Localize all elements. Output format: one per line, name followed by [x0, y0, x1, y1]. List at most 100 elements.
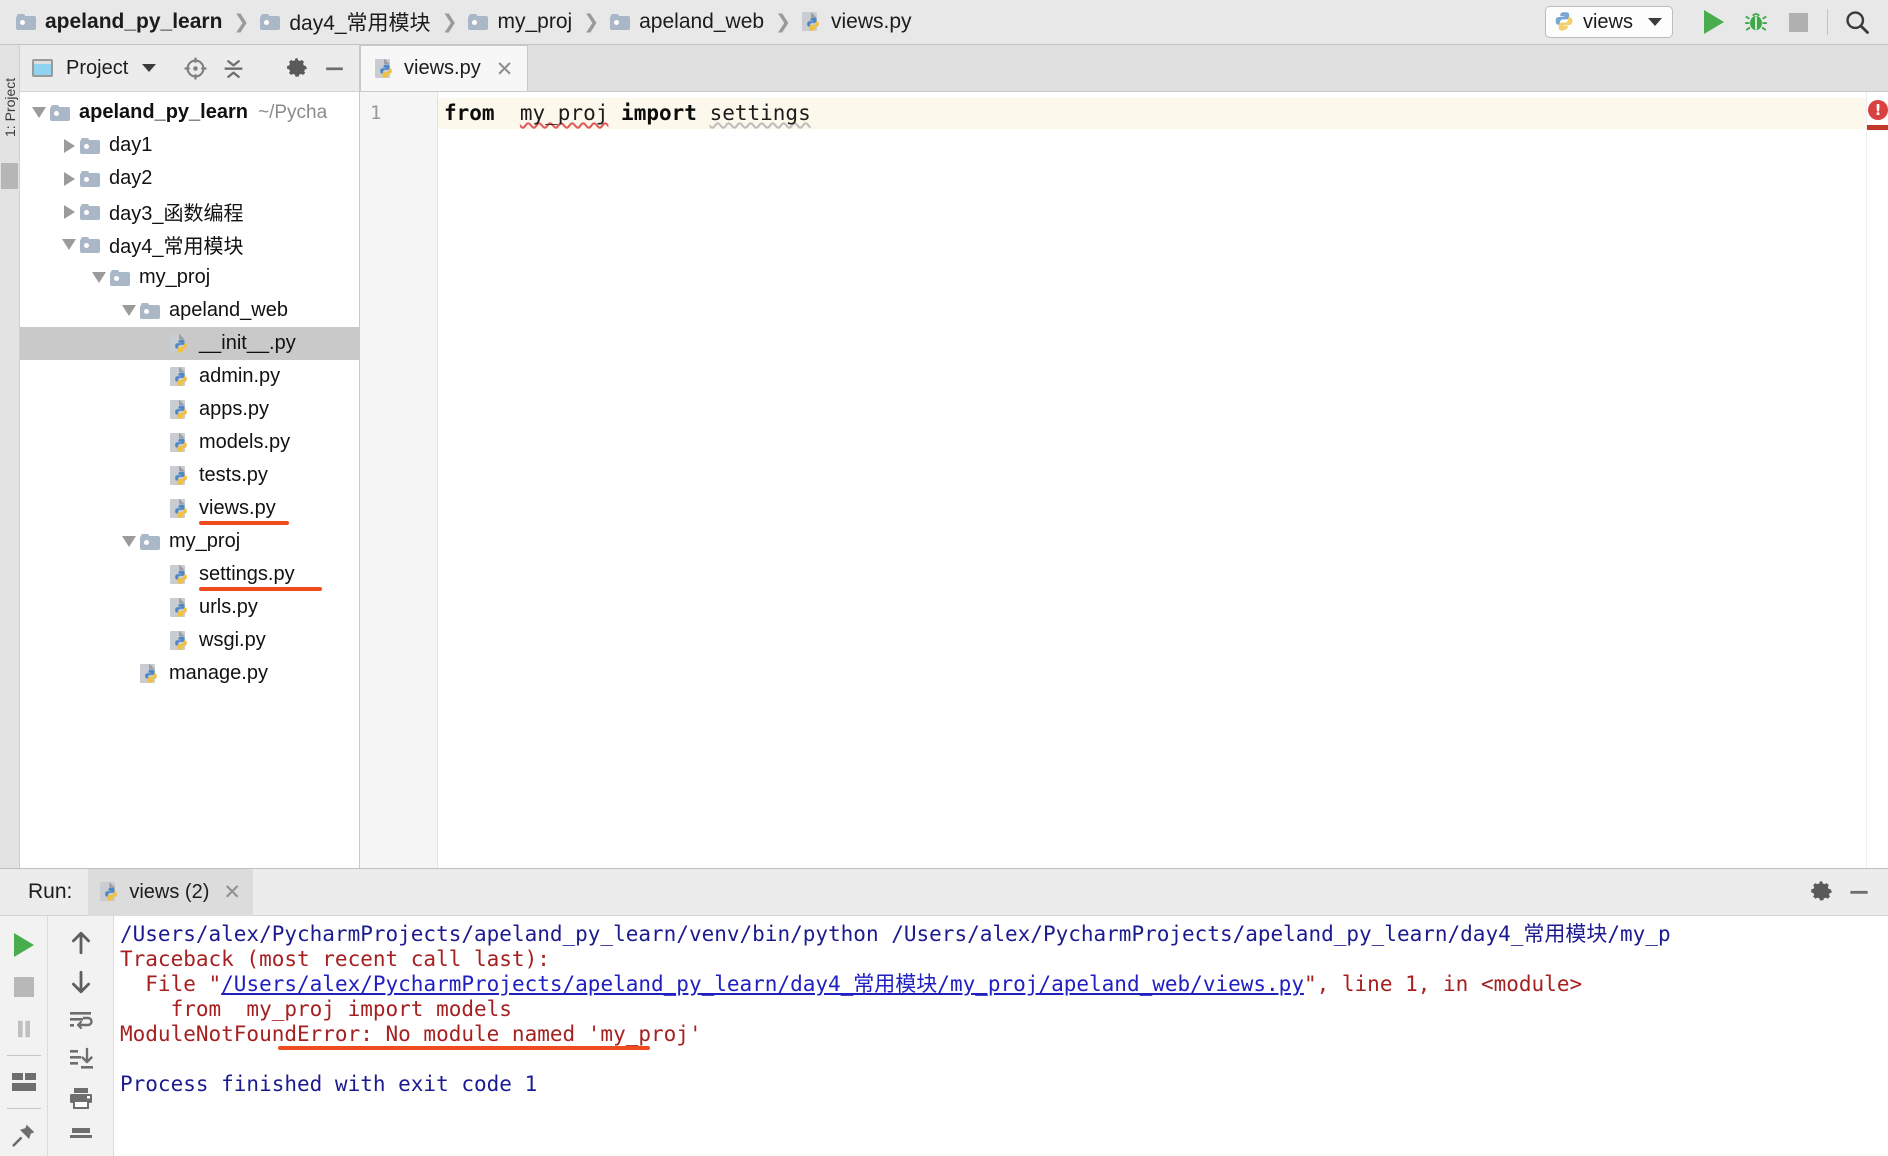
folder-icon	[260, 14, 281, 30]
code-line-1[interactable]: from my_proj import settings	[438, 98, 1866, 129]
tree-node-urlspy[interactable]: urls.py	[20, 591, 359, 624]
error-badge-icon[interactable]: !	[1868, 100, 1888, 120]
pin-icon	[11, 1124, 34, 1147]
select-opened-file-button[interactable]	[178, 51, 212, 85]
tree-toggle-collapsed[interactable]	[58, 204, 80, 219]
down-button[interactable]	[58, 963, 104, 1002]
tree-node-managepy[interactable]: manage.py	[20, 657, 359, 690]
red-underline-annotation	[199, 521, 289, 525]
breadcrumb-item-my_proj[interactable]: my_proj	[468, 10, 572, 34]
hide-panel-button[interactable]	[317, 51, 351, 85]
folder-icon	[16, 14, 36, 30]
chevron-down-icon[interactable]	[142, 64, 157, 72]
search-everywhere-button[interactable]	[1836, 2, 1878, 42]
up-button[interactable]	[58, 924, 104, 963]
tree-node-day2[interactable]: day2	[20, 162, 359, 195]
breadcrumb-item-apeland_py_learn[interactable]: apeland_py_learn	[16, 10, 222, 34]
tree-toggle-collapsed[interactable]	[58, 171, 80, 186]
run-actions-primary	[0, 916, 48, 1156]
collapse-all-button[interactable]	[216, 51, 250, 85]
run-button[interactable]	[1693, 2, 1735, 42]
pause-output-button[interactable]	[1, 1008, 47, 1050]
breadcrumb-item-apeland_web[interactable]: apeland_web	[610, 10, 764, 34]
error-stripe-mark[interactable]	[1867, 125, 1888, 130]
layout-settings-button[interactable]	[1, 1061, 47, 1103]
console-scroll-area[interactable]: /Users/alex/PycharmProjects/apeland_py_l…	[114, 916, 1888, 1156]
console-text: ", line 1, in <module>	[1303, 972, 1583, 996]
tree-node-day1[interactable]: day1	[20, 129, 359, 162]
project-tool-window: Project apeland_py_learn ~/Pycha day1 da…	[20, 45, 360, 868]
play-icon	[1704, 10, 1724, 34]
hide-run-panel-button[interactable]	[1840, 873, 1878, 911]
code-editor[interactable]: from my_proj import settings	[438, 92, 1866, 868]
python-file-icon	[170, 564, 190, 586]
error-stripe-gutter[interactable]: !	[1866, 92, 1888, 868]
tree-node-viewspy[interactable]: views.py	[20, 492, 359, 525]
tree-node-my_proj[interactable]: my_proj	[20, 261, 359, 294]
close-icon[interactable]: ✕	[223, 880, 241, 904]
tree-toggle-collapsed[interactable]	[58, 138, 80, 153]
minimize-icon	[1850, 890, 1868, 894]
soft-wrap-button[interactable]	[58, 1001, 104, 1040]
project-settings-button[interactable]	[279, 51, 313, 85]
close-icon[interactable]: ✕	[496, 57, 514, 81]
tree-toggle-expanded[interactable]	[88, 272, 110, 283]
layout-icon	[11, 1073, 36, 1092]
chevron-down-icon[interactable]	[1648, 18, 1662, 26]
stop-button[interactable]	[1777, 2, 1819, 42]
structure-tool-window-button[interactable]	[1, 163, 18, 189]
tree-node-label: day1	[109, 134, 153, 156]
project-file-tree[interactable]: apeland_py_learn ~/Pycha day1 day2 day3_函数编程…	[20, 92, 359, 868]
pin-tab-button[interactable]	[1, 1114, 47, 1156]
scroll-to-end-button[interactable]	[58, 1040, 104, 1079]
console-file-link[interactable]: /Users/alex/PycharmProjects/apeland_py_l…	[221, 972, 1304, 996]
code-token: settings	[709, 101, 811, 125]
console-output[interactable]: /Users/alex/PycharmProjects/apeland_py_l…	[114, 916, 1888, 1097]
run-tool-window: Run: views (2) ✕ /Users/alex/PycharmProj…	[0, 868, 1888, 1156]
tree-node-modelspy[interactable]: models.py	[20, 426, 359, 459]
tree-node-appspy[interactable]: apps.py	[20, 393, 359, 426]
run-settings-button[interactable]	[1802, 873, 1840, 911]
run-panel-label: Run:	[28, 880, 73, 903]
breadcrumb-item-viewspy[interactable]: views.py	[801, 10, 912, 34]
tree-node-__init__py[interactable]: __init__.py	[20, 327, 359, 360]
project-panel-header: Project	[20, 45, 359, 92]
tree-toggle-expanded[interactable]	[28, 107, 50, 118]
run-configuration-selector[interactable]: views	[1544, 6, 1673, 38]
python-file-icon	[170, 498, 190, 520]
clear-all-button[interactable]	[58, 1117, 104, 1156]
folder-icon	[80, 236, 100, 253]
chevron-down-icon	[122, 536, 136, 547]
breadcrumb-item-day4_[interactable]: day4_常用模块	[260, 7, 431, 37]
python-file-icon	[170, 366, 190, 388]
tree-node-label: settings.py	[199, 563, 295, 585]
breadcrumb-separator: ❯	[441, 10, 458, 33]
tree-toggle-expanded[interactable]	[118, 305, 140, 316]
tree-node-adminpy[interactable]: admin.py	[20, 360, 359, 393]
folder-icon	[140, 533, 160, 550]
project-tool-window-button[interactable]: 1: Project	[2, 73, 18, 137]
tree-node-testspy[interactable]: tests.py	[20, 459, 359, 492]
crosshair-icon	[184, 57, 207, 79]
tree-node-my_proj[interactable]: my_proj	[20, 525, 359, 558]
project-panel-title: Project	[66, 56, 129, 79]
tree-node-wsgipy[interactable]: wsgi.py	[20, 624, 359, 657]
tree-node-apeland_py_learn[interactable]: apeland_py_learn ~/Pycha	[20, 96, 359, 129]
left-tool-window-bar: 1: Project	[0, 45, 20, 868]
chevron-down-icon	[32, 107, 46, 118]
breadcrumb-label: day4_常用模块	[289, 12, 431, 35]
tree-node-day4_[interactable]: day4_常用模块	[20, 228, 359, 261]
print-button[interactable]	[58, 1079, 104, 1118]
run-panel-header: Run: views (2) ✕	[0, 868, 1888, 916]
tree-node-label: models.py	[199, 431, 291, 453]
pycharm-window: apeland_py_learn ❯ day4_常用模块 ❯ my_proj ❯ apela…	[0, 0, 1888, 1156]
tree-toggle-expanded[interactable]	[118, 536, 140, 547]
tree-node-day3_[interactable]: day3_函数编程	[20, 195, 359, 228]
stop-process-button[interactable]	[1, 966, 47, 1008]
run-tab-views-2[interactable]: views (2) ✕	[88, 868, 253, 916]
rerun-button[interactable]	[1, 924, 47, 966]
tree-toggle-expanded[interactable]	[58, 239, 80, 250]
tree-node-apeland_web[interactable]: apeland_web	[20, 294, 359, 327]
debug-button[interactable]	[1735, 2, 1777, 42]
editor-tab-views-py[interactable]: views.py ✕	[360, 45, 529, 91]
